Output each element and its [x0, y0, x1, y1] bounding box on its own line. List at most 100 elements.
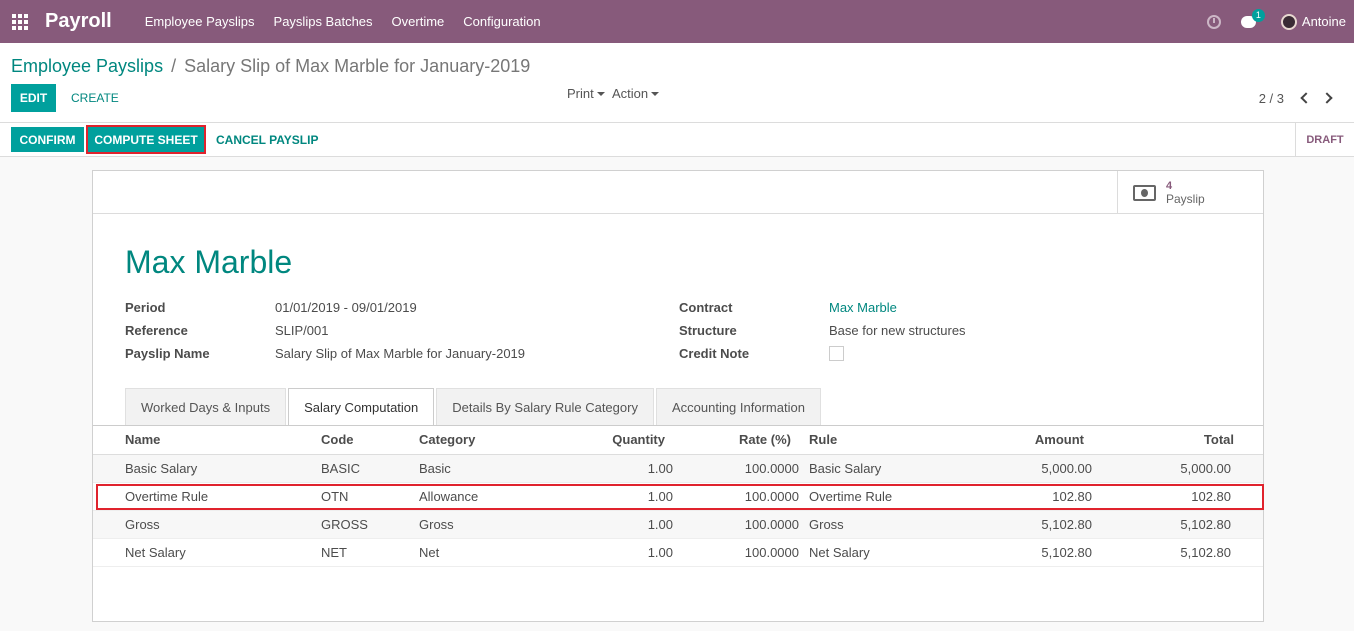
- cell-total: 5,102.80: [1180, 545, 1231, 560]
- credit-note-checkbox[interactable]: [829, 346, 844, 361]
- breadcrumb-separator: /: [171, 56, 177, 76]
- period-value: 01/01/2019 - 09/01/2019: [275, 300, 417, 315]
- cancel-payslip-button[interactable]: CANCEL PAYSLIP: [216, 127, 318, 152]
- cell-rule: Basic Salary: [809, 461, 882, 476]
- contract-link[interactable]: Max Marble: [829, 300, 897, 315]
- table-row[interactable]: Gross GROSS Gross 1.00 100.0000 Gross 5,…: [93, 511, 1263, 539]
- payslip-name-value: Salary Slip of Max Marble for January-20…: [275, 346, 526, 361]
- chat-badge: 1: [1251, 8, 1265, 22]
- cell-total: 5,102.80: [1180, 517, 1231, 532]
- confirm-button[interactable]: CONFIRM: [11, 127, 84, 152]
- cell-amount: 5,102.80: [1041, 545, 1092, 560]
- cell-total: 5,000.00: [1180, 461, 1231, 476]
- cell-name: Basic Salary: [125, 461, 198, 476]
- user-name[interactable]: Antoine: [1302, 14, 1346, 29]
- app-brand: Payroll: [45, 10, 112, 32]
- salary-computation-table: Name Code Category Quantity Rate (%) Rul…: [93, 426, 1264, 567]
- menu-overtime[interactable]: Overtime: [392, 14, 445, 29]
- col-amount[interactable]: Amount: [985, 426, 1084, 454]
- action-label: Action: [612, 86, 649, 101]
- col-quantity[interactable]: Quantity: [565, 426, 665, 454]
- cell-amount: 102.80: [1052, 489, 1092, 504]
- payslip-name-label: Payslip Name: [125, 346, 210, 361]
- employee-name: Max Marble: [125, 244, 293, 280]
- reference-value: SLIP/001: [275, 323, 329, 338]
- control-panel: Employee Payslips / Salary Slip of Max M…: [0, 43, 1354, 123]
- payslip-smart-button[interactable]: 4 Payslip: [1117, 171, 1263, 214]
- cell-category: Net: [419, 545, 440, 560]
- col-total[interactable]: Total: [1134, 426, 1234, 454]
- cell-rule: Gross: [809, 517, 844, 532]
- menu-employee-payslips[interactable]: Employee Payslips: [145, 14, 255, 29]
- cell-category: Basic: [419, 461, 451, 476]
- cell-amount: 5,102.80: [1041, 517, 1092, 532]
- print-label: Print: [567, 86, 594, 101]
- create-button[interactable]: CREATE: [71, 84, 119, 112]
- period-label: Period: [125, 300, 166, 315]
- cell-quantity: 1.00: [647, 545, 673, 560]
- structure-label: Structure: [679, 323, 737, 338]
- cell-code: OTN: [321, 489, 349, 504]
- chat-icon[interactable]: 1: [1240, 8, 1265, 28]
- cell-rate: 100.0000: [744, 517, 799, 532]
- col-category[interactable]: Category: [419, 426, 475, 454]
- payslip-label: Payslip: [1166, 191, 1205, 206]
- table-row[interactable]: Basic Salary BASIC Basic 1.00 100.0000 B…: [93, 455, 1263, 483]
- form-sheet: 4 Payslip Max Marble Period 01/01/2019 -…: [92, 170, 1264, 622]
- contract-label: Contract: [679, 300, 733, 315]
- cell-rule: Overtime Rule: [809, 489, 893, 504]
- cell-rate: 100.0000: [744, 545, 799, 560]
- money-icon: [1133, 184, 1156, 201]
- cell-total: 102.80: [1191, 489, 1231, 504]
- cell-category: Gross: [419, 517, 454, 532]
- col-rate[interactable]: Rate (%): [693, 426, 791, 454]
- print-dropdown[interactable]: Print: [567, 86, 605, 101]
- payslip-count: 4: [1166, 179, 1173, 192]
- status-bar: CONFIRM COMPUTE SHEET CANCEL PAYSLIP DRA…: [0, 123, 1354, 157]
- col-name[interactable]: Name: [125, 426, 160, 454]
- breadcrumb-current: Salary Slip of Max Marble for January-20…: [184, 56, 531, 76]
- compute-sheet-button[interactable]: COMPUTE SHEET: [86, 125, 206, 154]
- structure-value: Base for new structures: [829, 323, 966, 338]
- cell-category: Allowance: [419, 489, 479, 504]
- button-box: 4 Payslip: [93, 171, 1263, 214]
- menu-payslips-batches[interactable]: Payslips Batches: [274, 14, 373, 29]
- credit-note-label: Credit Note: [679, 346, 750, 361]
- cell-code: NET: [321, 545, 347, 560]
- pager-next-icon[interactable]: [1321, 91, 1334, 105]
- menu-configuration[interactable]: Configuration: [463, 14, 540, 29]
- cell-code: GROSS: [321, 517, 368, 532]
- notebook-tabs: Worked Days & Inputs Salary Computation …: [125, 388, 823, 426]
- user-avatar[interactable]: [1280, 13, 1297, 30]
- cell-rate: 100.0000: [744, 461, 799, 476]
- cell-rule: Net Salary: [809, 545, 870, 560]
- tab-salary-computation[interactable]: Salary Computation: [288, 388, 435, 426]
- pager-previous-icon[interactable]: [1299, 91, 1312, 105]
- cell-code: BASIC: [321, 461, 361, 476]
- pager-value: 2 / 3: [1258, 91, 1284, 106]
- cell-quantity: 1.00: [647, 517, 673, 532]
- cell-name: Overtime Rule: [125, 489, 209, 504]
- reference-label: Reference: [125, 323, 188, 338]
- tab-details-by-category[interactable]: Details By Salary Rule Category: [436, 388, 654, 426]
- action-caret-icon: [651, 91, 660, 96]
- edit-button[interactable]: EDIT: [11, 84, 56, 112]
- col-rule[interactable]: Rule: [809, 426, 837, 454]
- breadcrumb-parent[interactable]: Employee Payslips: [11, 56, 163, 77]
- table-row[interactable]: Net Salary NET Net 1.00 100.0000 Net Sal…: [93, 539, 1263, 567]
- tab-accounting-information[interactable]: Accounting Information: [655, 388, 821, 426]
- top-navbar: Payroll Employee Payslips Payslips Batch…: [0, 0, 1354, 43]
- cell-name: Net Salary: [125, 545, 186, 560]
- cell-quantity: 1.00: [647, 461, 673, 476]
- tab-worked-days[interactable]: Worked Days & Inputs: [125, 388, 287, 426]
- status-draft[interactable]: DRAFT: [1295, 123, 1354, 156]
- cell-quantity: 1.00: [647, 489, 673, 504]
- action-dropdown[interactable]: Action: [612, 86, 660, 101]
- apps-menu-icon[interactable]: [0, 0, 40, 43]
- activity-clock-icon[interactable]: [1206, 14, 1221, 29]
- cell-amount: 5,000.00: [1041, 461, 1092, 476]
- cell-name: Gross: [125, 517, 160, 532]
- print-caret-icon: [596, 91, 605, 96]
- col-code[interactable]: Code: [321, 426, 354, 454]
- table-row[interactable]: Overtime Rule OTN Allowance 1.00 100.000…: [93, 483, 1264, 511]
